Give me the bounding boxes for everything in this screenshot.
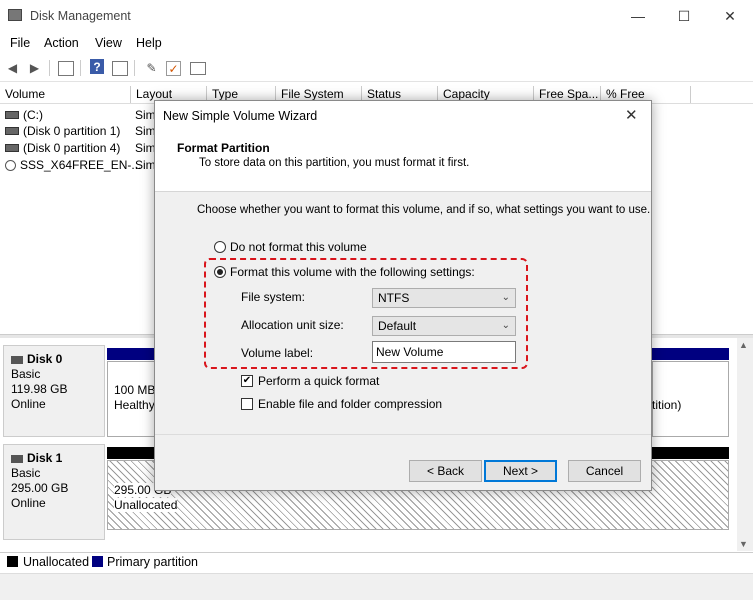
radio-format-label[interactable]: Format this volume with the following se…: [230, 265, 475, 279]
file-system-label: File system:: [241, 290, 306, 304]
instruction-text: Choose whether you want to format this v…: [197, 204, 651, 216]
quick-format-label[interactable]: Perform a quick format: [258, 374, 379, 388]
disk-icon: [11, 454, 23, 463]
back-button[interactable]: < Back: [409, 460, 482, 482]
radio-selected-dot: [217, 269, 223, 275]
file-system-select[interactable]: NTFS ⌄: [372, 288, 516, 308]
disk-type: Basic: [11, 466, 41, 480]
properties-icon[interactable]: [112, 61, 128, 76]
partition-status: tition): [652, 398, 682, 412]
disk-name: Disk 0: [27, 352, 63, 366]
chevron-down-icon: ⌄: [501, 292, 510, 303]
drive-icon: [5, 111, 19, 119]
back-arrow-icon[interactable]: ◀: [4, 59, 21, 76]
settings-list-icon[interactable]: [190, 62, 206, 75]
compression-label[interactable]: Enable file and folder compression: [258, 397, 442, 411]
window-title: Disk Management: [30, 9, 131, 23]
minimize-button[interactable]: —: [615, 0, 661, 32]
page-title: Format Partition: [177, 141, 270, 155]
quick-format-checkbox[interactable]: ✔: [241, 375, 253, 387]
rescan-disks-icon[interactable]: ✎: [143, 59, 160, 76]
unallocated-status: Unallocated: [114, 498, 178, 512]
status-bar: [0, 573, 753, 600]
console-tree-icon[interactable]: [58, 61, 74, 76]
volume-layout: Sim: [135, 108, 156, 122]
partition-size: 100 MB: [114, 383, 156, 397]
scroll-up-icon[interactable]: ▲: [739, 340, 748, 350]
volume-label-label: Volume label:: [241, 346, 314, 360]
checkmark-icon: ✔: [242, 375, 252, 386]
disc-icon: [5, 159, 16, 171]
list-item[interactable]: (Disk 0 partition 4): [5, 140, 120, 156]
partition-bar: [107, 348, 155, 360]
compression-checkbox[interactable]: [241, 398, 253, 410]
volume-layout: Sim: [135, 158, 156, 172]
help-icon[interactable]: ?: [90, 59, 104, 74]
close-icon[interactable]: ✕: [625, 106, 638, 124]
volume-name: (C:): [23, 108, 43, 122]
maximize-button[interactable]: ☐: [661, 0, 707, 32]
file-system-value: NTFS: [378, 291, 410, 305]
unallocated-legend-swatch: [7, 556, 18, 567]
disk-size: 119.98 GB: [11, 382, 68, 396]
drive-icon: [5, 127, 19, 135]
allocation-unit-select[interactable]: Default ⌄: [372, 316, 516, 336]
dialog-title: New Simple Volume Wizard: [163, 109, 318, 123]
menu-help[interactable]: Help: [136, 36, 162, 50]
toolbar-separator: [49, 60, 50, 76]
app-icon: [8, 9, 22, 21]
disk-status: Online: [11, 496, 46, 510]
forward-arrow-icon[interactable]: ▶: [26, 59, 43, 76]
radio-format[interactable]: [214, 266, 226, 278]
chevron-down-icon: ⌄: [501, 320, 510, 331]
menu-file[interactable]: File: [10, 36, 30, 50]
volume-layout: Sim: [135, 124, 156, 138]
menu-view[interactable]: View: [95, 36, 122, 50]
next-button[interactable]: Next >: [484, 460, 557, 482]
radio-no-format-label[interactable]: Do not format this volume: [230, 240, 367, 254]
list-item[interactable]: (Disk 0 partition 1): [5, 123, 120, 139]
volume-label-input[interactable]: New Volume: [372, 341, 516, 363]
volume-name: (Disk 0 partition 1): [23, 124, 121, 138]
volume-name: (Disk 0 partition 4): [23, 141, 121, 155]
disk-icon: [11, 355, 23, 364]
cancel-button[interactable]: Cancel: [568, 460, 641, 482]
partition-bar: [652, 348, 729, 360]
partition-status: Healthy: [114, 398, 155, 412]
close-window-button[interactable]: ✕: [707, 0, 753, 32]
volume-layout: Sim: [135, 141, 156, 155]
disk-status: Online: [11, 397, 46, 411]
allocation-unit-value: Default: [378, 319, 417, 333]
menu-action[interactable]: Action: [44, 36, 79, 50]
scroll-down-icon[interactable]: ▼: [739, 539, 748, 549]
toolbar-separator: [80, 60, 81, 76]
disk-size: 295.00 GB: [11, 481, 69, 495]
column-volume[interactable]: Volume: [0, 86, 131, 103]
list-item[interactable]: (C:): [5, 107, 43, 123]
radio-no-format[interactable]: [214, 241, 226, 253]
page-subtitle: To store data on this partition, you mus…: [199, 157, 470, 169]
drive-icon: [5, 144, 19, 152]
legend-label: Unallocated: [23, 555, 90, 569]
allocation-unit-label: Allocation unit size:: [241, 318, 344, 332]
disk-1-label[interactable]: Disk 1 Basic 295.00 GB Online: [3, 444, 105, 540]
primary-legend-swatch: [92, 556, 103, 567]
volume-name: SSS_X64FREE_EN-...: [20, 158, 142, 172]
list-item[interactable]: SSS_X64FREE_EN-...: [5, 157, 141, 173]
disk-type: Basic: [11, 367, 41, 381]
checklist-icon[interactable]: ✓: [166, 61, 181, 76]
footer-divider: [155, 434, 651, 435]
new-simple-volume-wizard-dialog: New Simple Volume Wizard ✕ Format Partit…: [154, 100, 652, 491]
toolbar-separator: [134, 60, 135, 76]
legend-label: Primary partition: [107, 555, 198, 569]
disk-name: Disk 1: [27, 451, 63, 465]
volume-label-value: New Volume: [376, 345, 444, 359]
disk-map-scrollbar[interactable]: [737, 338, 753, 551]
disk-0-label[interactable]: Disk 0 Basic 119.98 GB Online: [3, 345, 105, 437]
